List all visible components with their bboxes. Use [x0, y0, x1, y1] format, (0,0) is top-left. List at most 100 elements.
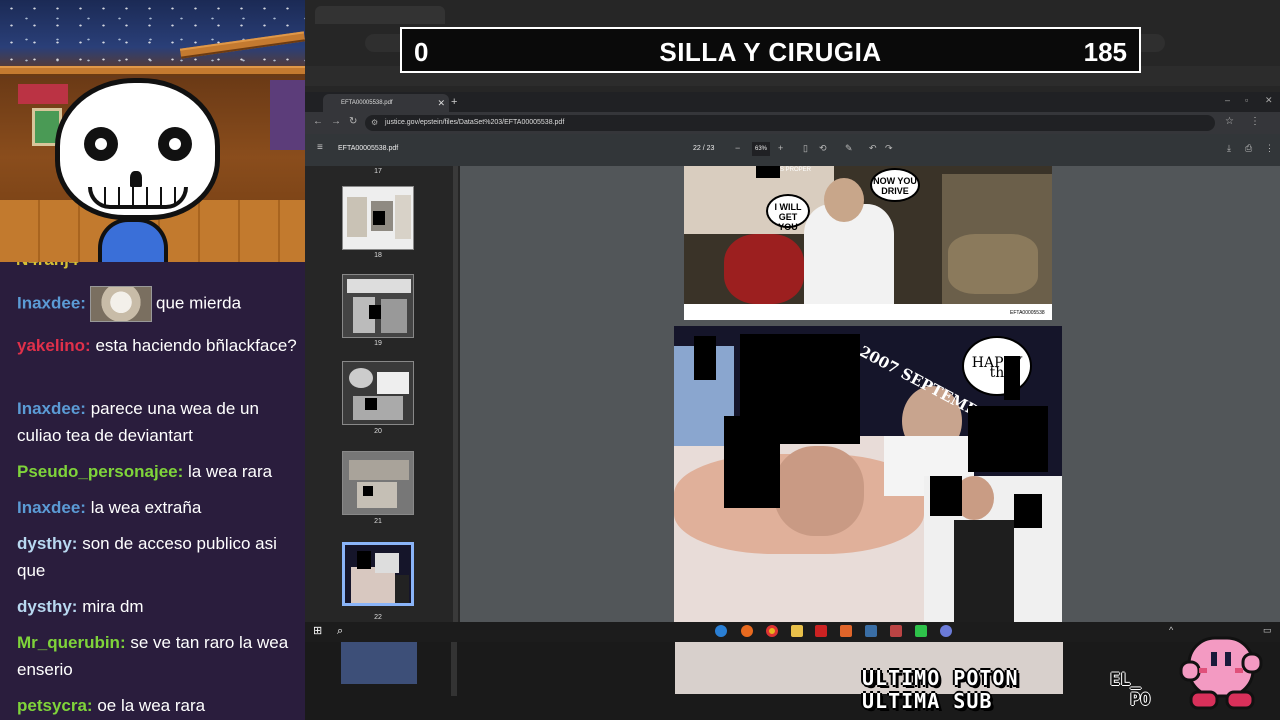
chat-text: esta haciendo bñlackface?: [95, 336, 297, 355]
chrome-icon[interactable]: [766, 625, 778, 637]
hamburger-icon[interactable]: ≡: [317, 142, 323, 153]
page-thumbnail-20[interactable]: [342, 361, 414, 425]
happy-suffix: th: [989, 365, 1005, 381]
url-text: justice.gov/epstein/files/DataSet%203/EF…: [385, 119, 565, 126]
more-icon[interactable]: ⋮: [1265, 143, 1274, 154]
reload-icon[interactable]: ↻: [349, 116, 357, 127]
edge-icon[interactable]: [715, 625, 727, 637]
folder-icon[interactable]: [791, 625, 803, 637]
shelf: [18, 84, 68, 104]
zoom-out-icon[interactable]: −: [735, 143, 740, 153]
chat-username[interactable]: Inaxdee:: [17, 498, 86, 517]
download-icon[interactable]: ⤓: [1227, 143, 1231, 154]
chat-username[interactable]: yakelino:: [17, 336, 91, 355]
grin-icon: [88, 187, 188, 209]
redaction-box: [930, 476, 962, 516]
chat-username[interactable]: Inaxdee:: [17, 293, 86, 312]
chat-message: Pseudo_personajee: la wea rara: [17, 458, 305, 485]
chat-text: que mierda: [155, 293, 242, 313]
print-icon[interactable]: ⎙: [1245, 143, 1252, 154]
sidebar-scrollbar[interactable]: [453, 166, 458, 622]
redaction-box: [1004, 356, 1020, 400]
page-indicator: 22 / 23: [693, 145, 714, 152]
chat-message: Inaxdee: la wea extraña: [17, 494, 305, 521]
pdf-toolbar: ≡ EFTA00005538.pdf 22 / 23 − 63% + ▯ ⟲ ✎…: [305, 134, 1280, 166]
forward-icon[interactable]: →: [331, 116, 341, 127]
nose-icon: [130, 171, 142, 187]
overlay-side1: EL_: [1110, 670, 1141, 690]
new-tab-button[interactable]: +: [451, 94, 457, 110]
app-icon[interactable]: [840, 625, 852, 637]
close-icon[interactable]: ✕: [437, 94, 445, 112]
page-thumbnail-19[interactable]: [342, 274, 414, 338]
chat-username[interactable]: Mr_querubin:: [17, 633, 126, 652]
right-eye-icon: [158, 127, 192, 161]
app-icon[interactable]: [890, 625, 902, 637]
search-icon[interactable]: ⌕: [337, 625, 349, 637]
taskbar: ⊞ ⌕ ^ ▭: [305, 622, 1280, 642]
pdf-page-22: 2007 SEPTEMBER 17 HAPPY th: [674, 326, 1062, 622]
zoom-in-icon[interactable]: +: [778, 143, 783, 153]
tab-pdf[interactable]: EFTA00005538.pdf ✕: [323, 94, 449, 112]
zoom-level[interactable]: 63%: [752, 142, 770, 156]
discord-icon[interactable]: [940, 625, 952, 637]
page-thumbnail-21[interactable]: [342, 451, 414, 515]
annotate-icon[interactable]: ✎: [845, 143, 853, 154]
app-icon[interactable]: [815, 625, 827, 637]
fit-page-icon[interactable]: ▯: [803, 143, 808, 154]
chat-username[interactable]: Pseudo_personajee:: [17, 462, 183, 481]
steam-icon[interactable]: [865, 625, 877, 637]
scoreboard: 0 SILLA Y CIRUGIA 185: [400, 27, 1141, 73]
chat-partial-username: N4ranj4: [16, 262, 78, 270]
address-bar[interactable]: ⚙ justice.gov/epstein/files/DataSet%203/…: [365, 115, 1215, 131]
redaction-box: [968, 406, 1048, 472]
speech-bubble: I WILL GET YOU: [766, 194, 810, 232]
app-icon[interactable]: [915, 625, 927, 637]
maximize-icon[interactable]: ▫: [1245, 95, 1248, 105]
wall-decor: [270, 80, 305, 150]
menu-icon[interactable]: ⋮: [1250, 116, 1260, 127]
browser-window: EFTA00005538.pdf ✕ + – ▫ ✕ ← → ↻ ⚙ justi…: [305, 92, 1280, 622]
webcam-overlay: [0, 0, 305, 262]
happy-bubble: HAPPY th: [962, 336, 1032, 396]
page-total: 23: [706, 145, 715, 152]
tab-label: EFTA00005538.pdf: [341, 100, 393, 106]
window-close-icon[interactable]: ✕: [1265, 95, 1273, 106]
chat-message: petsycra: oe la wea rara: [17, 692, 305, 719]
rotate-icon[interactable]: ⟲: [819, 143, 827, 154]
thumb-number: 18: [374, 252, 382, 259]
thumb-number: 21: [374, 518, 382, 525]
chat-username[interactable]: petsycra:: [17, 696, 93, 715]
page-separator: /: [702, 145, 705, 152]
start-icon[interactable]: ⊞: [313, 625, 325, 637]
scoreboard-title: SILLA Y CIRUGIA: [659, 37, 882, 67]
firefox-icon[interactable]: [741, 625, 753, 637]
chat-username[interactable]: Inaxdee:: [17, 399, 86, 418]
stream-overlay-side: EL_ PO: [1110, 670, 1150, 710]
tab-strip: EFTA00005538.pdf ✕ + – ▫ ✕: [305, 92, 1280, 112]
redaction-box: [694, 336, 716, 380]
minimize-icon[interactable]: –: [1225, 95, 1230, 105]
page-current[interactable]: 22: [693, 145, 701, 152]
page-footer-id: EFTA00005538: [1010, 310, 1045, 316]
page-thumbnail-18[interactable]: [342, 186, 414, 250]
overlay-line2: ULTIMA SUB: [862, 689, 993, 713]
chat-message: dysthy: son de acceso publico asi que: [17, 530, 305, 584]
back-icon[interactable]: ←: [313, 116, 323, 127]
stream-overlay-text: ULTIMO POTON ULTIMA SUB: [862, 667, 1019, 713]
page-thumbnail-22[interactable]: [342, 542, 414, 606]
redo-icon[interactable]: ↷: [885, 143, 893, 154]
speech-bubble: NOW YOU DRIVE: [870, 168, 920, 202]
chat-username[interactable]: dysthy:: [17, 597, 77, 616]
stream-chat: N4ranj4 Inaxdee: que mierda yakelino: esta…: [0, 262, 305, 720]
kirby-pixel-icon: [1179, 636, 1263, 710]
undo-icon[interactable]: ↶: [869, 143, 877, 154]
avatar-hoodie: [98, 218, 168, 262]
site-info-icon[interactable]: ⚙: [371, 115, 378, 131]
bookmark-icon[interactable]: ☆: [1225, 116, 1234, 127]
chat-message: yakelino: esta haciendo bñlackface?: [17, 332, 305, 359]
thumbnail-sidebar: 17 18 19 20 21 22: [305, 166, 460, 622]
tag-text: S PROPER: [780, 167, 812, 173]
chat-text: la wea extraña: [90, 498, 202, 517]
chat-username[interactable]: dysthy:: [17, 534, 77, 553]
